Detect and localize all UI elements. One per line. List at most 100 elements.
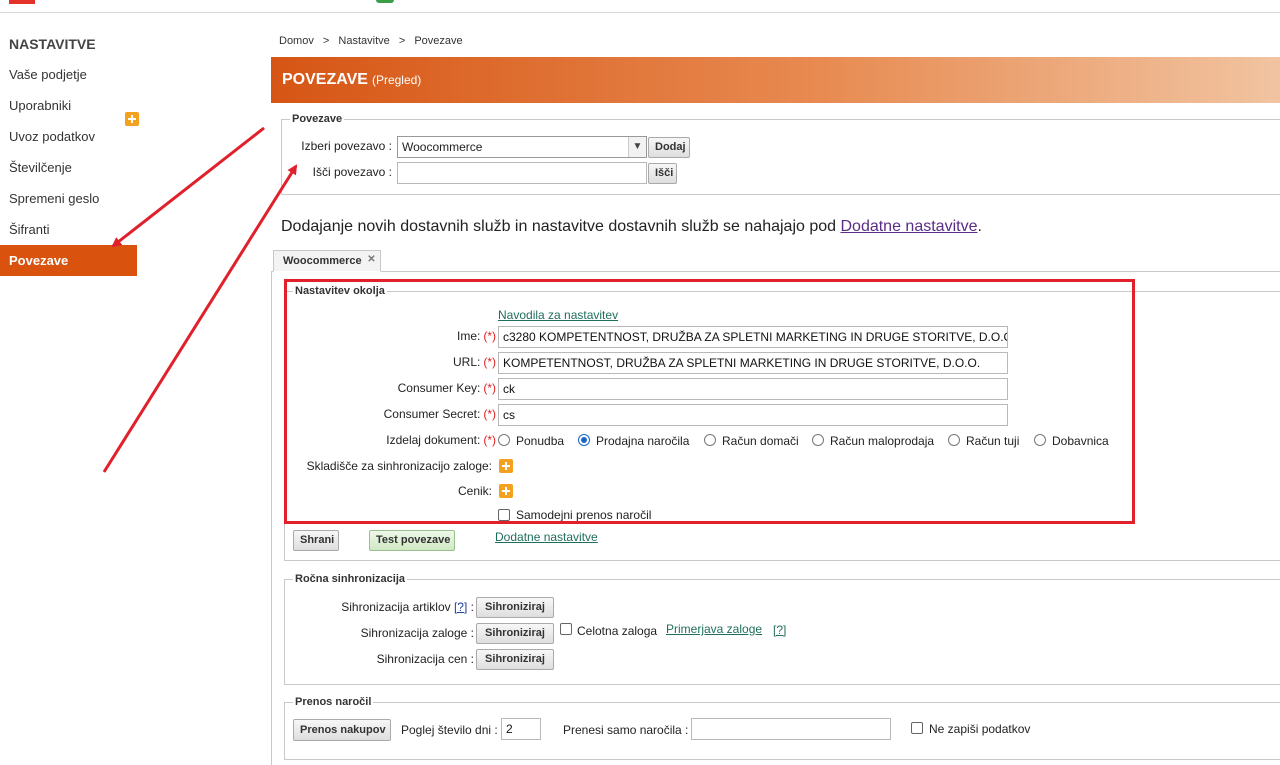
prenesi-samo-label: Prenesi samo naročila :	[563, 723, 689, 737]
sidebar-item-uporabniki[interactable]: Uporabniki	[0, 90, 137, 121]
page-header: POVEZAVE (Pregled)	[271, 57, 1280, 103]
tab-strip-line	[271, 271, 1280, 272]
radio-racun-tuji[interactable]	[948, 434, 960, 446]
consumer-secret-label-text: Consumer Secret:	[383, 407, 481, 421]
breadcrumb-current: Povezave	[414, 35, 463, 47]
info-text-suffix: .	[977, 218, 982, 235]
radio-ponudba-label: Ponudba	[516, 434, 565, 448]
celotna-zaloga-checkbox[interactable]	[560, 623, 572, 635]
isci-button[interactable]: Išči	[648, 163, 677, 184]
samodejni-prenos-label: Samodejni prenos naročil	[516, 508, 652, 522]
breadcrumb-nastavitve[interactable]: Nastavitve	[338, 35, 389, 47]
sidebar-item-stevilcenje[interactable]: Številčenje	[0, 152, 137, 183]
consumer-key-input[interactable]: ck	[498, 378, 1008, 400]
radio-dobavnica-label: Dobavnica	[1052, 434, 1109, 448]
consumer-secret-input[interactable]: cs	[498, 404, 1008, 426]
required-marker: (*)	[483, 381, 496, 395]
breadcrumb-home[interactable]: Domov	[279, 35, 314, 47]
url-label-text: URL:	[452, 355, 481, 369]
colon: :	[470, 600, 474, 614]
radio-racun-tuji-label: Račun tuji	[966, 434, 1020, 448]
radio-racun-domaci-label: Račun domači	[722, 434, 799, 448]
sidebar-item-povezave[interactable]: Povezave	[0, 245, 137, 276]
izdelaj-dokument-label: Izdelaj dokument: (*)	[290, 433, 496, 447]
radio-racun-domaci[interactable]	[704, 434, 716, 446]
required-marker: (*)	[483, 329, 496, 343]
sidebar-title: NASTAVITVE	[9, 36, 96, 52]
radio-racun-maloprodaja-label: Račun maloprodaja	[830, 434, 935, 448]
radio-ponudba[interactable]	[498, 434, 510, 446]
izberi-povezavo-value: Woocommerce	[402, 140, 483, 154]
izdelaj-dokument-label-text: Izdelaj dokument:	[386, 433, 481, 447]
help-link[interactable]: [?]	[454, 600, 467, 614]
logo-accent-icon	[376, 0, 394, 3]
sidebar-item-spremeni-geslo[interactable]: Spremeni geslo	[0, 183, 137, 214]
tab-woocommerce[interactable]: Woocommerce ✕	[273, 250, 381, 272]
prenos-nakupov-button[interactable]: Prenos nakupov	[293, 719, 391, 741]
sinhronizacija-artiklov-text: Sihronizacija artiklov	[341, 600, 451, 614]
rocna-legend: Ročna sinhronizacija	[295, 573, 406, 585]
stevilo-dni-input[interactable]: 2	[501, 718, 541, 740]
add-skladisce-icon[interactable]	[499, 459, 513, 473]
prenos-legend: Prenos naročil	[295, 696, 372, 708]
radio-prodajna-narocila-label: Prodajna naročila	[596, 434, 690, 448]
sidebar-item-vase-podjetje[interactable]: Vaše podjetje	[0, 59, 137, 90]
primerjava-zaloge-link[interactable]: Primerjava zaloge	[666, 622, 762, 636]
consumer-secret-label: Consumer Secret: (*)	[290, 407, 496, 421]
sinhronizacija-artiklov-label: Sihronizacija artiklov [?] :	[290, 600, 474, 614]
info-text-body: Dodajanje novih dostavnih služb in nasta…	[281, 218, 841, 235]
ne-zapisi-checkbox[interactable]	[911, 722, 923, 734]
sinhroniziraj-zalogo-button[interactable]: Sihroniziraj	[476, 623, 554, 644]
content-border	[271, 272, 272, 765]
help-link-zaloge[interactable]: [?]	[773, 623, 786, 637]
radio-dobavnica[interactable]	[1034, 434, 1046, 446]
breadcrumb-separator: >	[398, 35, 406, 47]
ime-input[interactable]: c3280 KOMPETENTNOST, DRUŽBA ZA SPLETNI M…	[498, 326, 1008, 348]
sidebar-item-uvoz-podatkov[interactable]: Uvoz podatkov	[0, 121, 137, 152]
logo-icon	[9, 0, 35, 4]
okolje-legend: Nastavitev okolja	[295, 285, 385, 297]
radio-prodajna-narocila[interactable]	[578, 434, 590, 446]
test-povezave-button[interactable]: Test povezave	[369, 530, 455, 551]
dodatne-nastavitve-link-2[interactable]: Dodatne nastavitve	[495, 530, 598, 544]
top-bar	[0, 0, 1280, 13]
sinhronizacija-cen-label: Sihronizacija cen :	[376, 652, 474, 666]
page-title: POVEZAVE (Pregled)	[282, 71, 421, 89]
dodatne-nastavitve-link[interactable]: Dodatne nastavitve	[840, 218, 977, 235]
required-marker: (*)	[483, 355, 496, 369]
sinhronizacija-zaloge-label: Sihronizacija zaloge :	[360, 626, 474, 640]
tab-woocommerce-label: Woocommerce	[283, 255, 362, 267]
cenik-label: Cenik:	[457, 484, 492, 498]
radio-racun-maloprodaja[interactable]	[812, 434, 824, 446]
shrani-button[interactable]: Shrani	[293, 530, 339, 551]
page-subtitle: (Pregled)	[371, 73, 422, 87]
dodaj-button[interactable]: Dodaj	[648, 137, 690, 158]
ime-label: Ime: (*)	[290, 329, 496, 343]
ime-label-text: Ime:	[456, 329, 481, 343]
navodila-link[interactable]: Navodila za nastavitev	[498, 308, 618, 322]
add-cenik-icon[interactable]	[499, 484, 513, 498]
poglej-stevilo-dni-label: Poglej število dni :	[401, 723, 498, 737]
info-text: Dodajanje novih dostavnih služb in nasta…	[281, 218, 982, 236]
sinhroniziraj-cene-button[interactable]: Sihroniziraj	[476, 649, 554, 670]
ne-zapisi-label: Ne zapiši podatkov	[929, 722, 1031, 736]
close-icon[interactable]: ✕	[367, 249, 375, 270]
required-marker: (*)	[483, 433, 496, 447]
url-input[interactable]: KOMPETENTNOST, DRUŽBA ZA SPLETNI MARKETI…	[498, 352, 1008, 374]
page-title-text: POVEZAVE	[282, 71, 368, 88]
sinhroniziraj-artikle-button[interactable]: Sihroniziraj	[476, 597, 554, 618]
skladisce-label: Skladišče za sinhronizacijo zaloge:	[306, 459, 492, 473]
breadcrumb: Domov > Nastavitve > Povezave	[279, 35, 469, 47]
isci-povezavo-input[interactable]	[397, 162, 647, 184]
required-marker: (*)	[483, 407, 496, 421]
prenesi-samo-input[interactable]	[691, 718, 891, 740]
chevron-down-icon[interactable]: ▼	[628, 137, 646, 157]
consumer-key-label-text: Consumer Key:	[397, 381, 481, 395]
izberi-povezavo-select[interactable]: Woocommerce ▼	[397, 136, 647, 158]
consumer-key-label: Consumer Key: (*)	[290, 381, 496, 395]
sidebar-item-sifranti[interactable]: Šifranti	[0, 214, 137, 245]
samodejni-prenos-checkbox[interactable]	[498, 509, 510, 521]
sidebar: NASTAVITVE Vaše podjetje Uporabniki Uvoz…	[0, 13, 270, 765]
url-label: URL: (*)	[290, 355, 496, 369]
breadcrumb-separator: >	[322, 35, 330, 47]
